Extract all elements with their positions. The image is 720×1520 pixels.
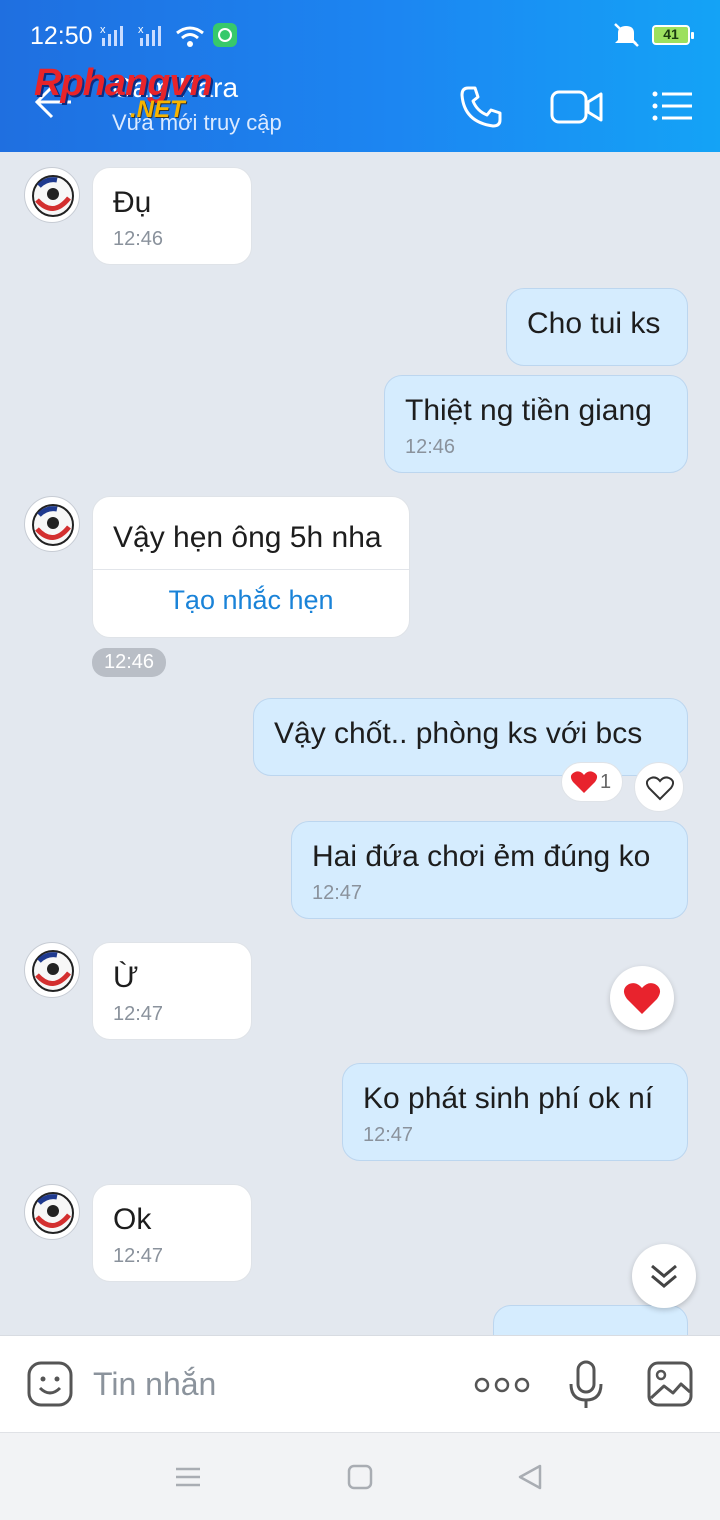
message-time: 12:47 bbox=[363, 1124, 414, 1146]
status-time: 12:50 bbox=[30, 22, 93, 50]
message-text: Cho tui ks bbox=[527, 307, 661, 340]
more-options-icon[interactable] bbox=[474, 1376, 530, 1394]
message-time-pill: 12:46 bbox=[92, 648, 167, 677]
contact-avatar[interactable] bbox=[24, 1184, 80, 1240]
message-bubble-incoming[interactable]: Ừ 12:47 bbox=[92, 942, 252, 1040]
watermark-logo-suffix: .NET bbox=[130, 96, 185, 123]
video-call-icon[interactable] bbox=[550, 84, 604, 130]
message-input-bar: Tin nhắn bbox=[0, 1335, 720, 1432]
message-time: 12:46 bbox=[113, 228, 164, 250]
menu-list-icon[interactable] bbox=[650, 84, 696, 130]
message-text: Ok bbox=[113, 1203, 152, 1236]
message-text: Ko phát sinh phí ok ní bbox=[363, 1082, 654, 1115]
image-gallery-icon[interactable] bbox=[646, 1360, 694, 1408]
message-bubble-outgoing[interactable]: Hai đứa chơi ẻm đúng ko 12:47 bbox=[291, 821, 688, 919]
recent-apps-icon[interactable] bbox=[174, 1463, 202, 1491]
system-navigation-bar bbox=[0, 1432, 720, 1520]
message-text: Hai đứa chơi ẻm đúng ko bbox=[312, 840, 651, 873]
chat-area[interactable]: Đụ 12:46 Cho tui ks Thiệt ng tiền giang … bbox=[0, 152, 720, 1335]
scroll-to-bottom-button[interactable] bbox=[632, 1244, 696, 1308]
reaction-badge[interactable]: 1 bbox=[561, 762, 623, 802]
header: 12:50 x x 41 Cam Kara Vừa mới truy cập R… bbox=[0, 0, 720, 152]
heart-outline-icon bbox=[646, 776, 674, 801]
double-chevron-down-icon bbox=[651, 1264, 677, 1288]
message-text: Đụ bbox=[113, 186, 152, 219]
message-bubble-outgoing[interactable]: Cho tui ks bbox=[506, 288, 688, 366]
back-nav-icon[interactable] bbox=[516, 1463, 544, 1491]
home-icon[interactable] bbox=[346, 1463, 374, 1491]
message-bubble-outgoing-partial[interactable] bbox=[493, 1305, 688, 1335]
message-bubble-with-reminder[interactable]: Vậy hẹn ông 5h nha Tạo nhắc hẹn bbox=[92, 496, 410, 638]
battery-indicator: 41 bbox=[652, 25, 694, 45]
wifi-icon bbox=[176, 26, 204, 47]
watermark-logo: Rphangvn bbox=[34, 62, 213, 104]
message-input[interactable]: Tin nhắn bbox=[93, 1366, 216, 1403]
message-text: Vậy hẹn ông 5h nha bbox=[113, 521, 382, 554]
status-bar: 12:50 x x 41 bbox=[0, 0, 720, 62]
message-time: 12:47 bbox=[113, 1245, 164, 1267]
message-text: Ừ bbox=[113, 961, 139, 994]
heart-icon bbox=[623, 983, 661, 1014]
message-bubble-outgoing[interactable]: Vậy chốt.. phòng ks với bcs bbox=[253, 698, 688, 776]
message-text: Thiệt ng tiền giang bbox=[405, 394, 652, 427]
message-time: 12:46 bbox=[405, 436, 456, 458]
reaction-count: 1 bbox=[600, 771, 612, 793]
signal-icon-2: x bbox=[138, 24, 161, 46]
svg-text:x: x bbox=[100, 24, 106, 36]
phone-call-icon[interactable] bbox=[458, 84, 504, 130]
contact-avatar[interactable] bbox=[24, 167, 80, 223]
message-text: Vậy chốt.. phòng ks với bcs bbox=[274, 717, 643, 750]
sticker-emoji-icon[interactable] bbox=[26, 1360, 74, 1408]
heart-reaction-button[interactable] bbox=[610, 966, 674, 1030]
create-reminder-button[interactable]: Tạo nhắc hẹn bbox=[93, 585, 409, 616]
mute-icon bbox=[614, 23, 639, 47]
contact-avatar[interactable] bbox=[24, 496, 80, 552]
app-bar: Cam Kara Vừa mới truy cập Rphangvn .NET bbox=[0, 62, 720, 152]
divider bbox=[93, 569, 409, 570]
signal-icon: x bbox=[100, 24, 123, 46]
microphone-icon[interactable] bbox=[566, 1360, 606, 1410]
app-notification-icon bbox=[213, 23, 237, 47]
message-time: 12:47 bbox=[312, 882, 363, 904]
message-bubble-outgoing[interactable]: Ko phát sinh phí ok ní 12:47 bbox=[342, 1063, 688, 1161]
message-time: 12:47 bbox=[113, 1003, 164, 1025]
contact-avatar[interactable] bbox=[24, 942, 80, 998]
react-button[interactable] bbox=[634, 762, 684, 812]
message-bubble-incoming[interactable]: Ok 12:47 bbox=[92, 1184, 252, 1282]
heart-icon bbox=[570, 771, 598, 793]
svg-text:x: x bbox=[138, 24, 144, 36]
message-bubble-outgoing[interactable]: Thiệt ng tiền giang 12:46 bbox=[384, 375, 688, 473]
message-bubble-incoming[interactable]: Đụ 12:46 bbox=[92, 167, 252, 265]
